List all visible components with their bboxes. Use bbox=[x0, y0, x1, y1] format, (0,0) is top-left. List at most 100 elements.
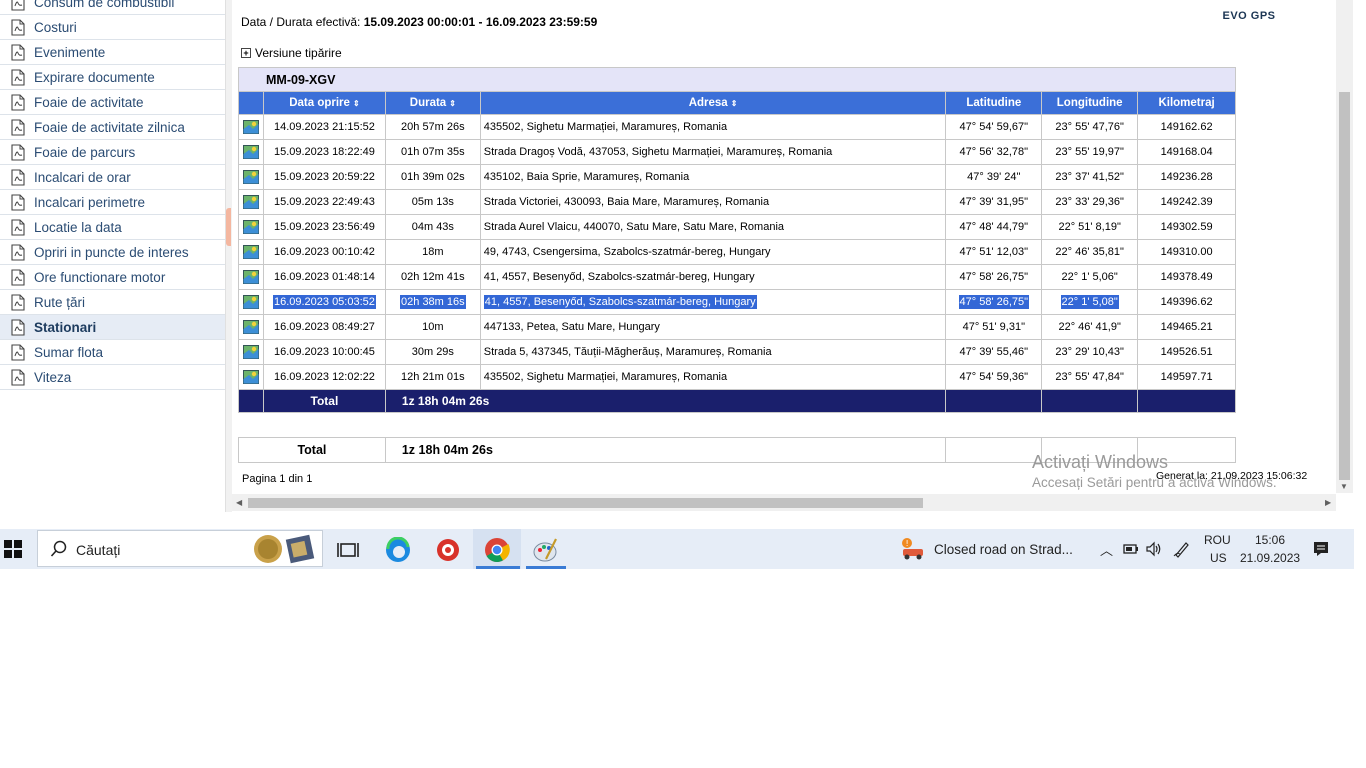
clock-time[interactable]: 15:06 bbox=[1255, 533, 1285, 547]
taskbar-search-box[interactable]: Căutați bbox=[37, 530, 323, 567]
pdf-document-icon bbox=[11, 93, 25, 111]
cell-date: 16.09.2023 00:10:42 bbox=[273, 246, 375, 258]
sidebar-item[interactable]: Viteza bbox=[0, 365, 225, 390]
task-view-icon[interactable] bbox=[336, 537, 362, 563]
table-row[interactable]: 16.09.2023 10:00:45 30m 29s Strada 5, 4373… bbox=[238, 339, 1236, 365]
map-location-icon[interactable] bbox=[242, 295, 259, 309]
notification-widget[interactable]: ! Closed road on Strad... bbox=[900, 529, 1073, 569]
table-row[interactable]: 15.09.2023 18:22:49 01h 07m 35s Strada Dra… bbox=[238, 139, 1236, 165]
column-header-date[interactable]: Data oprire ⇕ bbox=[262, 91, 386, 115]
battery-icon[interactable] bbox=[1122, 542, 1140, 556]
vertical-scroll-thumb[interactable] bbox=[1339, 92, 1350, 480]
pdf-document-icon bbox=[11, 343, 25, 361]
scroll-left-icon[interactable]: ◀ bbox=[236, 498, 242, 507]
map-location-icon[interactable] bbox=[242, 170, 259, 184]
sidebar-item-label: Foaie de parcurs bbox=[34, 144, 136, 160]
chrome-browser-icon[interactable] bbox=[484, 537, 510, 563]
horizontal-scroll-thumb[interactable] bbox=[248, 498, 923, 508]
cell-mileage: 149162.62 bbox=[1160, 121, 1213, 133]
sidebar-item[interactable]: Rute țări bbox=[0, 290, 225, 315]
table-row[interactable]: 15.09.2023 20:59:22 01h 39m 02s 435102, Ba… bbox=[238, 164, 1236, 190]
map-location-icon[interactable] bbox=[242, 145, 259, 159]
scroll-down-icon[interactable]: ▼ bbox=[1340, 482, 1348, 491]
table-row[interactable]: 16.09.2023 00:10:42 18m 49, 4743, Csengers… bbox=[238, 239, 1236, 265]
table-row[interactable]: 16.09.2023 08:49:27 10m 447133, Petea, Sat… bbox=[238, 314, 1236, 340]
pdf-document-icon bbox=[11, 243, 25, 261]
language-code[interactable]: ROU bbox=[1204, 533, 1231, 547]
sidebar-divider bbox=[225, 0, 232, 512]
pdf-document-icon bbox=[11, 168, 25, 186]
paint-app-icon[interactable] bbox=[532, 537, 558, 563]
map-location-icon[interactable] bbox=[242, 270, 259, 284]
sidebar-item[interactable]: Expirare documente bbox=[0, 65, 225, 90]
column-header-longitude: Longitudine bbox=[1041, 91, 1139, 115]
sidebar-item-label: Incalcari de orar bbox=[34, 169, 131, 185]
grand-total-value: 1z 18h 04m 26s bbox=[384, 437, 947, 463]
table-row[interactable]: 14.09.2023 21:15:52 20h 57m 26s 435502, Si… bbox=[238, 114, 1236, 140]
paint-active-indicator bbox=[526, 566, 566, 569]
sidebar-collapse-handle[interactable] bbox=[226, 208, 231, 246]
edge-browser-icon[interactable] bbox=[385, 537, 411, 563]
search-icon bbox=[50, 540, 67, 557]
sidebar-item[interactable]: Locatie la data bbox=[0, 215, 225, 240]
sidebar-item-label: Foaie de activitate bbox=[34, 94, 144, 110]
pdf-document-icon bbox=[11, 268, 25, 286]
cell-duration: 10m bbox=[422, 321, 444, 333]
scroll-right-icon[interactable]: ▶ bbox=[1325, 498, 1331, 507]
pen-icon[interactable] bbox=[1172, 540, 1190, 558]
table-row[interactable]: 15.09.2023 23:56:49 04m 43s Strada Aurel V… bbox=[238, 214, 1236, 240]
report-sidebar: Consum de combustibil Costuri Evenimente Ex… bbox=[0, 0, 225, 512]
column-header-latitude: Latitudine bbox=[945, 91, 1043, 115]
cell-longitude: 23° 55' 19,97" bbox=[1055, 146, 1124, 158]
sidebar-item[interactable]: Consum de combustibil bbox=[0, 0, 225, 15]
sidebar-item-label: Sumar flota bbox=[34, 344, 104, 360]
column-header-duration[interactable]: Durata ⇕ bbox=[384, 91, 481, 115]
cell-mileage: 149465.21 bbox=[1160, 321, 1213, 333]
sort-icon: ⇕ bbox=[352, 99, 360, 108]
keyboard-layout[interactable]: US bbox=[1210, 551, 1227, 565]
map-location-icon[interactable] bbox=[242, 345, 259, 359]
sidebar-item[interactable]: Foaie de activitate zilnica bbox=[0, 115, 225, 140]
sidebar-item[interactable]: Foaie de parcurs bbox=[0, 140, 225, 165]
sidebar-item[interactable]: Foaie de activitate bbox=[0, 90, 225, 115]
cell-date: 16.09.2023 10:00:45 bbox=[273, 346, 375, 358]
windows-start-icon[interactable] bbox=[4, 540, 22, 558]
sidebar-item[interactable]: Ore functionare motor bbox=[0, 265, 225, 290]
cell-duration: 01h 39m 02s bbox=[401, 171, 465, 183]
sidebar-item[interactable]: Incalcari de orar bbox=[0, 165, 225, 190]
cell-date: 16.09.2023 05:03:52 bbox=[272, 295, 376, 309]
map-location-icon[interactable] bbox=[242, 120, 259, 134]
pdf-document-icon bbox=[11, 68, 25, 86]
total-row: Total 1z 18h 04m 26s bbox=[238, 389, 1236, 413]
table-row[interactable]: 15.09.2023 22:49:43 05m 13s Strada Victori… bbox=[238, 189, 1236, 215]
sidebar-item[interactable]: Sumar flota bbox=[0, 340, 225, 365]
sidebar-item[interactable]: Incalcari perimetre bbox=[0, 190, 225, 215]
column-header-address[interactable]: Adresa ⇕ bbox=[479, 91, 947, 115]
map-location-icon[interactable] bbox=[242, 195, 259, 209]
clock-date[interactable]: 21.09.2023 bbox=[1240, 551, 1300, 565]
sidebar-item[interactable]: Costuri bbox=[0, 15, 225, 40]
table-row[interactable]: 16.09.2023 05:03:52 02h 38m 16s 41, 4557, … bbox=[238, 289, 1236, 315]
company-logo: EVO GPS bbox=[1217, 0, 1281, 28]
horizontal-scrollbar[interactable]: ◀ ▶ bbox=[232, 494, 1336, 511]
cell-duration: 05m 13s bbox=[411, 196, 454, 208]
sidebar-item-label: Locatie la data bbox=[34, 219, 122, 235]
table-row[interactable]: 16.09.2023 01:48:14 02h 12m 41s 41, 4557, … bbox=[238, 264, 1236, 290]
cell-mileage: 149396.62 bbox=[1160, 296, 1213, 308]
cell-address: 41, 4557, Besenyőd, Szabolcs-szatmár-ber… bbox=[483, 271, 755, 283]
show-hidden-icons-icon[interactable]: ︿ bbox=[1100, 540, 1113, 559]
map-location-icon[interactable] bbox=[242, 245, 259, 259]
action-center-icon[interactable] bbox=[1312, 540, 1330, 558]
map-location-icon[interactable] bbox=[242, 320, 259, 334]
antivirus-app-icon[interactable] bbox=[435, 537, 461, 563]
sidebar-item[interactable]: Opriri in puncte de interes bbox=[0, 240, 225, 265]
table-row[interactable]: 16.09.2023 12:02:22 12h 21m 01s 435502, Si… bbox=[238, 364, 1236, 390]
cell-latitude: 47° 51' 12,03" bbox=[959, 246, 1029, 258]
vertical-scrollbar[interactable]: ▼ bbox=[1336, 0, 1353, 493]
volume-icon[interactable] bbox=[1145, 541, 1163, 557]
sidebar-item[interactable]: Evenimente bbox=[0, 40, 225, 65]
map-location-icon[interactable] bbox=[242, 220, 259, 234]
sidebar-item[interactable]: Stationari bbox=[0, 315, 225, 340]
print-version-toggle[interactable]: + Versiune tipărire bbox=[241, 46, 342, 60]
map-location-icon[interactable] bbox=[242, 370, 259, 384]
